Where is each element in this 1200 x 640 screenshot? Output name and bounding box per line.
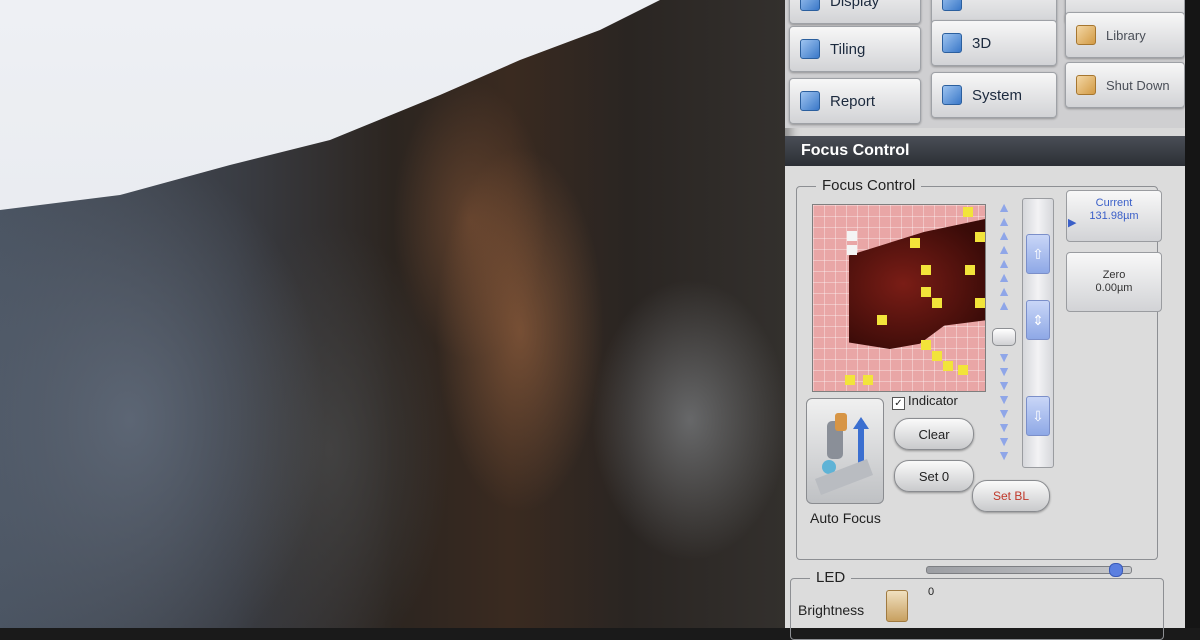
brightness-min-label: 0	[928, 586, 935, 598]
clear-button[interactable]: Clear	[894, 418, 974, 450]
panel-title: Focus Control	[785, 136, 1185, 166]
indicator-checkbox[interactable]: ✓	[892, 397, 905, 410]
system-label: System	[972, 86, 1023, 104]
focus-point	[877, 315, 887, 325]
arrow-up-down-icon: ⇕	[1032, 312, 1044, 328]
brightness-label: Brightness	[798, 602, 865, 618]
shut-down-label: Shut Down	[1106, 77, 1170, 93]
focus-point	[921, 287, 931, 297]
focus-point	[975, 232, 985, 242]
3d-label: 3D	[972, 34, 992, 52]
focus-control-group-title: Focus Control	[816, 177, 922, 194]
tiling-icon	[800, 39, 820, 59]
zero-label: Zero	[1102, 269, 1126, 281]
current-label: Current	[1095, 197, 1133, 209]
brightness-slider[interactable]	[926, 563, 1132, 577]
set-bl-button[interactable]: Set BL	[972, 480, 1050, 512]
focus-point	[847, 245, 857, 255]
background-sky	[0, 0, 660, 210]
zero-value: 0.00µm	[1095, 282, 1133, 294]
focus-map[interactable]	[812, 204, 986, 392]
current-position-box[interactable]: Current 131.98µm	[1066, 190, 1162, 242]
focus-point	[863, 375, 873, 385]
led-toggle[interactable]	[886, 590, 908, 622]
auto-focus-button[interactable]	[806, 398, 884, 504]
focus-point	[847, 231, 857, 241]
focus-point	[963, 207, 973, 217]
focus-down-button[interactable]: ⇩	[1026, 396, 1050, 436]
focus-point	[910, 238, 920, 248]
auto-focus-label: Auto Focus	[810, 510, 881, 526]
focus-point	[932, 351, 942, 361]
tiling-button[interactable]: Tiling	[789, 26, 921, 72]
z-position-thumb[interactable]	[992, 328, 1016, 346]
current-value: 131.98µm	[1089, 210, 1139, 222]
library-button[interactable]: Library	[1065, 12, 1185, 58]
focus-point	[958, 365, 968, 375]
zero-position-box[interactable]: Zero 0.00µm	[1066, 252, 1162, 312]
z-up-arrows-icon[interactable]: ▲ ▲ ▲ ▲ ▲ ▲ ▲ ▲	[996, 200, 1012, 312]
arrow-down-icon: ⇩	[1032, 408, 1044, 424]
focus-point	[965, 265, 975, 275]
report-button[interactable]: Report	[789, 78, 921, 124]
main-menu: Display Tiling 3D Library Report System	[785, 0, 1185, 128]
auto-focus-icon	[815, 413, 873, 495]
focus-fine-button[interactable]: ⇕	[1026, 300, 1050, 340]
led-group-title: LED	[810, 569, 852, 586]
indicator-label: Indicator	[908, 393, 958, 408]
focus-point	[845, 375, 855, 385]
focus-point	[921, 265, 931, 275]
focus-point	[921, 340, 931, 350]
z-down-arrows-icon[interactable]: ▼ ▼ ▼ ▼ ▼ ▼ ▼ ▼	[996, 350, 1012, 462]
focus-point	[932, 298, 942, 308]
arrow-up-icon: ⇧	[1032, 246, 1044, 262]
monitor-bezel	[1185, 0, 1200, 628]
menu-icon	[942, 0, 962, 11]
shut-down-button[interactable]: Shut Down	[1065, 62, 1185, 108]
current-marker-icon: ▶	[1068, 217, 1077, 229]
focus-point	[943, 361, 953, 371]
brightness-slider-thumb[interactable]	[1109, 563, 1123, 577]
report-icon	[800, 91, 820, 111]
library-label: Library	[1106, 27, 1146, 43]
display-button[interactable]: Display	[789, 0, 921, 24]
display-label: Display	[830, 0, 880, 10]
3d-button[interactable]: 3D	[931, 20, 1057, 66]
system-icon	[942, 85, 962, 105]
display-icon	[800, 0, 820, 11]
focus-up-button[interactable]: ⇧	[1026, 234, 1050, 274]
library-icon	[1076, 25, 1096, 45]
focus-point	[975, 298, 985, 308]
sample-photo	[0, 0, 785, 628]
set-0-button[interactable]: Set 0	[894, 460, 974, 492]
shut-down-icon	[1076, 75, 1096, 95]
system-button[interactable]: System	[931, 72, 1057, 118]
3d-icon	[942, 33, 962, 53]
tiling-label: Tiling	[830, 40, 866, 58]
report-label: Report	[830, 92, 876, 110]
